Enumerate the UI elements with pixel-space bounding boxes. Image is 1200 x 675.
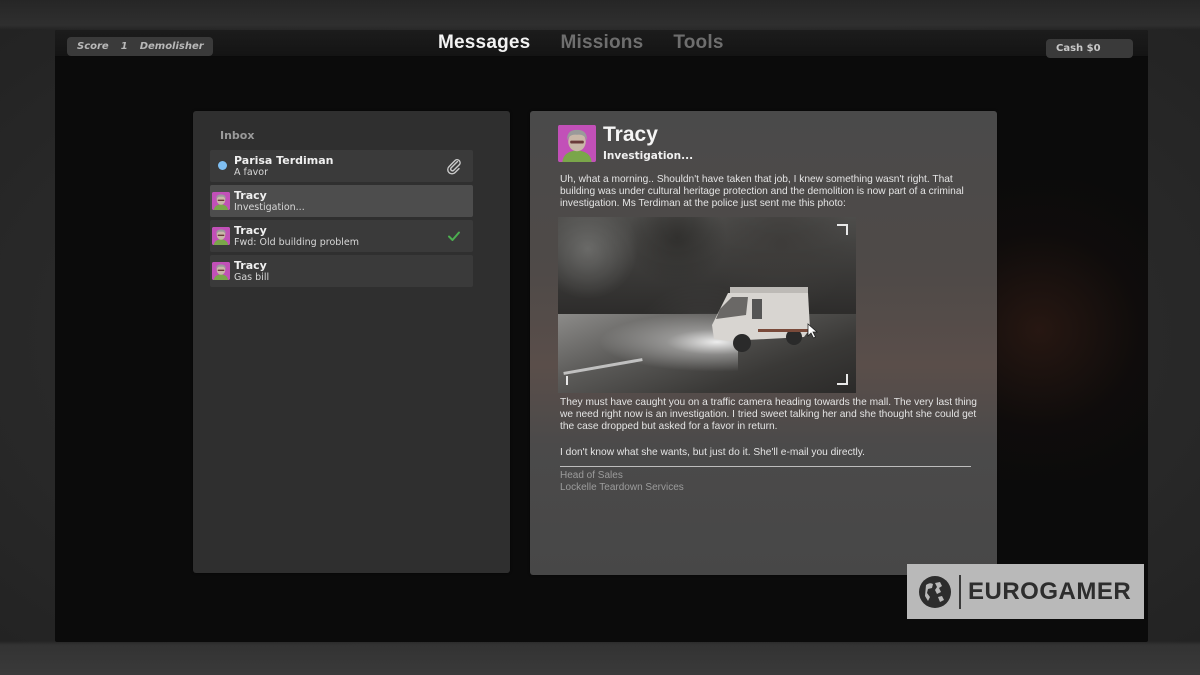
message-body-paragraph-2: They must have caught you on a traffic c… (560, 397, 977, 433)
tab-messages[interactable]: Messages (438, 32, 530, 54)
mail-subject: A favor (234, 167, 269, 178)
mail-subject: Gas bill (234, 272, 270, 283)
message-body-paragraph-1: Uh, what a morning.. Shouldn't have take… (560, 174, 964, 210)
game-screen: Score 1 Demolisher Messages Missions Too… (55, 30, 1148, 642)
mail-sender: Tracy (234, 224, 267, 237)
person-icon (558, 125, 596, 162)
signature-title: Head of Sales (560, 470, 623, 481)
score-value: 1 (120, 41, 128, 52)
mail-item[interactable]: Parisa Terdiman A favor (210, 150, 473, 182)
traffic-camera-photo[interactable] (558, 217, 856, 393)
signature-company: Lockelle Teardown Services (560, 482, 684, 493)
message-sender: Tracy (603, 123, 658, 146)
rank-label: Demolisher (139, 41, 204, 52)
viewfinder-corner (837, 374, 848, 385)
score-badge: Score 1 Demolisher (67, 37, 213, 56)
mail-item[interactable]: Tracy Gas bill (210, 255, 473, 287)
globe-icon (919, 575, 951, 608)
person-icon (212, 262, 230, 280)
message-subject: Investigation... (603, 150, 694, 162)
signature-divider (560, 466, 971, 467)
tab-missions[interactable]: Missions (560, 32, 643, 54)
person-icon (212, 227, 230, 245)
checkmark-icon (448, 231, 460, 241)
mail-list: Parisa Terdiman A favor Tracy Investigat… (210, 150, 473, 287)
eurogamer-watermark: EUROGAMER (907, 564, 1144, 619)
tracy-avatar (212, 192, 230, 210)
unread-dot-icon (218, 161, 227, 170)
message-panel: Tracy Investigation... Uh, what a mornin… (530, 111, 997, 575)
mail-subject: Fwd: Old building problem (234, 237, 360, 248)
message-body-paragraph-3: I don't know what she wants, but just do… (560, 447, 865, 458)
mail-sender: Parisa Terdiman (234, 154, 334, 167)
mail-item[interactable]: Tracy Fwd: Old building problem (210, 220, 473, 252)
inbox-panel: Inbox Parisa Terdiman A favor Tracy Inve… (193, 111, 510, 573)
mail-sender: Tracy (234, 259, 267, 272)
tracy-avatar (212, 262, 230, 280)
sender-avatar (558, 125, 596, 162)
cash-value: Cash $0 (1056, 43, 1101, 54)
watermark-text: EUROGAMER (968, 577, 1132, 605)
mail-item-selected[interactable]: Tracy Investigation... (210, 185, 473, 217)
score-label: Score (77, 41, 109, 52)
mail-subject: Investigation... (234, 202, 305, 213)
viewfinder-corner (837, 224, 848, 235)
mail-sender: Tracy (234, 189, 267, 202)
main-tabs: Messages Missions Tools (438, 30, 724, 56)
mouse-cursor-icon (807, 323, 819, 339)
watermark-separator (959, 574, 961, 609)
viewfinder-corner (566, 376, 570, 385)
van-icon (712, 287, 810, 352)
inbox-title: Inbox (220, 129, 255, 142)
tab-tools[interactable]: Tools (673, 32, 723, 54)
tracy-avatar (212, 227, 230, 245)
top-bar: Score 1 Demolisher Messages Missions Too… (55, 30, 1148, 58)
cash-badge: Cash $0 (1046, 39, 1133, 58)
signature: Head of Sales Lockelle Teardown Services (560, 470, 684, 494)
person-icon (212, 192, 230, 210)
paperclip-icon (447, 159, 461, 175)
